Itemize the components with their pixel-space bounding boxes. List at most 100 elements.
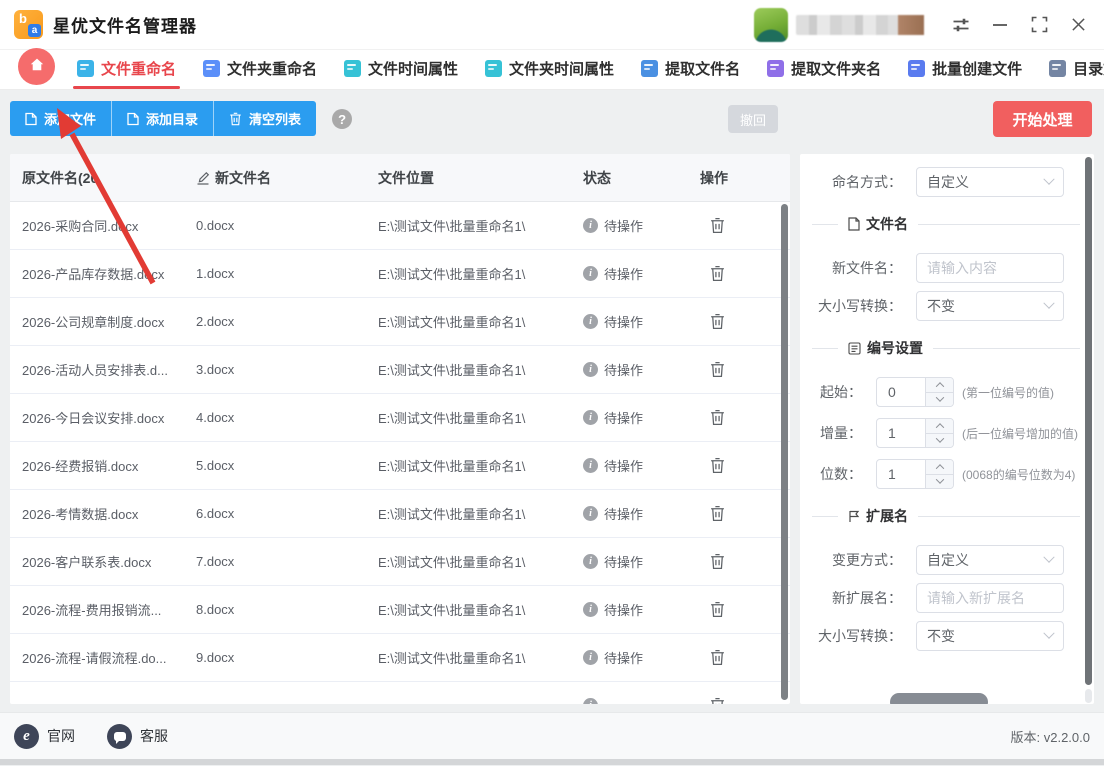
tab-merge-extract[interactable]: 目录文件合并/提取 [1049, 58, 1104, 79]
tab-extract-foldername[interactable]: 提取文件夹名 [767, 58, 881, 79]
decrement-button[interactable] [926, 392, 953, 406]
new-extension-input[interactable] [916, 583, 1064, 613]
decrement-button[interactable] [926, 474, 953, 488]
delete-row-button[interactable] [700, 359, 733, 380]
numbering-icon [848, 341, 861, 355]
delete-row-button[interactable] [700, 695, 733, 704]
cell-location: E:\测试文件\批量重命名1\ [378, 411, 526, 426]
new-filename-input[interactable] [916, 253, 1064, 283]
number-stepper[interactable]: 0 [876, 377, 954, 407]
cell-original-name: 2026-流程-费用报销流... [22, 603, 162, 618]
cell-original-name: 2026-客户联系表.docx [22, 555, 152, 570]
cell-new-name: 7.docx [196, 554, 235, 569]
app-window: b a 星优文件名管理器 文件重命名 文件夹重命名 文件时间属性 文件夹时间属性… [0, 0, 1104, 766]
delete-row-button[interactable] [700, 599, 733, 620]
trash-icon [711, 313, 724, 329]
tab-folder-rename[interactable]: 文件夹重命名 [203, 58, 317, 79]
number-stepper[interactable]: 1 [876, 418, 954, 448]
delete-row-button[interactable] [700, 215, 733, 236]
trash-icon [230, 112, 241, 125]
tab-folder-time[interactable]: 文件夹时间属性 [485, 58, 614, 79]
col-location: 文件位置 [378, 169, 434, 186]
delete-row-button[interactable] [700, 407, 733, 428]
delete-row-button[interactable] [700, 503, 733, 524]
app-title: 星优文件名管理器 [53, 17, 197, 36]
help-button[interactable]: ? [332, 109, 353, 129]
decrement-button[interactable] [926, 433, 953, 447]
delete-row-button[interactable] [700, 263, 733, 284]
file-time-icon [344, 60, 362, 77]
clear-list-button[interactable]: 清空列表 [214, 101, 317, 136]
cell-location: E:\测试文件\批量重命名1\ [378, 555, 526, 570]
extension-section-divider: 扩展名 [812, 506, 1080, 526]
tab-extract-filename[interactable]: 提取文件名 [641, 58, 740, 79]
home-button[interactable] [18, 48, 55, 85]
cell-status: i 待操作 [583, 600, 700, 619]
delete-row-button[interactable] [700, 647, 733, 668]
settings-scrollbar[interactable] [1085, 157, 1092, 685]
tab-batch-create[interactable]: 批量创建文件 [908, 58, 1022, 79]
user-avatar[interactable] [754, 7, 788, 42]
delete-row-button[interactable] [700, 311, 733, 332]
cell-new-name: 6.docx [196, 506, 235, 521]
cell-new-name: 4.docx [196, 410, 235, 425]
tab-file-time[interactable]: 文件时间属性 [344, 58, 458, 79]
info-icon: i [583, 458, 598, 473]
increment-button[interactable] [926, 460, 953, 475]
cell-location: E:\测试文件\批量重命名1\ [378, 651, 526, 666]
increment-button[interactable] [926, 419, 953, 434]
trash-icon [711, 601, 724, 617]
minimize-button[interactable] [988, 12, 1012, 38]
delete-row-button[interactable] [700, 551, 733, 572]
trash-icon [711, 649, 724, 665]
table-row: 2026-活动人员安排表.d... 3.docx E:\测试文件\批量重命名1\… [10, 346, 790, 394]
filename-section-divider: 文件名 [812, 214, 1080, 234]
cell-location: E:\测试文件\批量重命名1\ [378, 507, 526, 522]
table-scrollbar[interactable] [781, 204, 788, 700]
close-button[interactable] [1066, 12, 1090, 38]
cell-new-name: 0.docx [196, 218, 235, 233]
maximize-button[interactable] [1027, 12, 1051, 38]
ext-case-convert-select[interactable]: 不变 [916, 621, 1064, 651]
field-hint: (后一位编号增加的值) [962, 426, 1078, 441]
trash-icon [711, 361, 724, 377]
file-icon [25, 112, 37, 125]
tab-file-rename[interactable]: 文件重命名 [72, 58, 181, 89]
chat-icon [107, 723, 132, 749]
number-field-label: 位数： [820, 466, 862, 482]
cell-original-name: 2026-考情数据.docx [22, 507, 139, 522]
number-field-label: 起始： [820, 384, 862, 400]
flag-icon [849, 510, 860, 522]
delete-row-button[interactable] [700, 455, 733, 476]
case-convert-select[interactable]: 不变 [916, 291, 1064, 321]
customer-service-link[interactable]: 客服 [107, 723, 168, 749]
trash-icon [711, 697, 724, 704]
trash-icon [711, 505, 724, 521]
number-stepper[interactable]: 1 [876, 459, 954, 489]
home-icon [29, 57, 45, 77]
add-directory-button[interactable]: 添加目录 [112, 101, 215, 136]
app-logo-icon: b a [14, 10, 43, 39]
file-icon [127, 112, 139, 125]
naming-mode-select[interactable]: 自定义 [916, 167, 1064, 197]
add-file-button[interactable]: 添加文件 [10, 101, 113, 136]
document-icon [848, 217, 860, 231]
cell-new-name: 5.docx [196, 458, 235, 473]
cell-location: E:\测试文件\批量重命名1\ [378, 459, 526, 474]
increment-button[interactable] [926, 378, 953, 393]
cell-original-name: 2026-流程-请假流程.do... [22, 651, 167, 666]
table-row: 2026-产品库存数据.docx 1.docx E:\测试文件\批量重命名1\ … [10, 250, 790, 298]
official-website-link[interactable]: e 官网 [14, 723, 75, 749]
cell-status: i 待操作 [583, 648, 700, 667]
start-processing-button[interactable]: 开始处理 [993, 101, 1092, 137]
info-icon: i [583, 506, 598, 521]
settings-sliders-icon[interactable] [949, 12, 973, 38]
change-mode-select[interactable]: 自定义 [916, 545, 1064, 575]
version-label: 版本: v2.2.0.0 [1010, 729, 1090, 745]
trash-icon [711, 409, 724, 425]
cell-original-name: 2026-产品库存数据.docx [22, 267, 165, 282]
number-field-label: 增量： [820, 425, 862, 441]
undo-button[interactable]: 撤回 [728, 105, 778, 133]
cell-status: i [583, 698, 700, 704]
table-row: i [10, 682, 790, 704]
